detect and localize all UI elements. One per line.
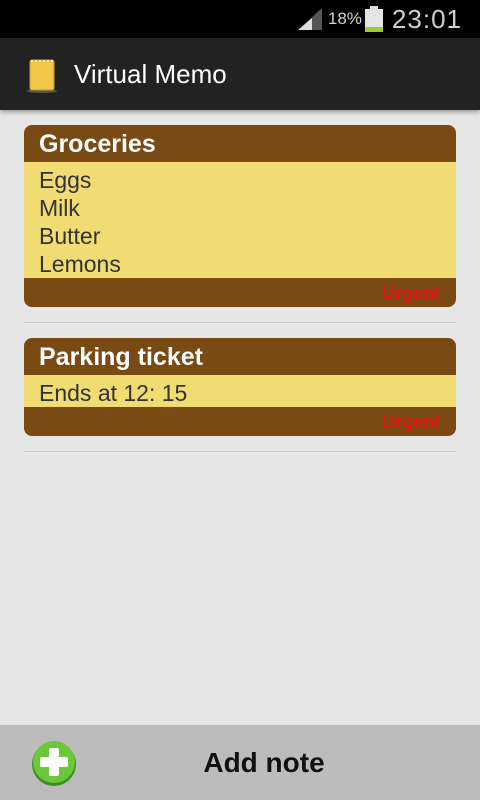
action-bar: Virtual Memo xyxy=(0,38,480,110)
app-title: Virtual Memo xyxy=(74,58,227,89)
status-bar: 18% 23:01 xyxy=(0,0,480,38)
battery-percent: 18% xyxy=(327,9,362,28)
note-line: Butter xyxy=(39,223,101,249)
priority-label: Urgent xyxy=(382,412,440,432)
note-card[interactable]: Parking ticket Ends at 12: 15 Urgent xyxy=(24,338,456,436)
note-line: Lemons xyxy=(39,251,121,277)
note-title: Parking ticket xyxy=(39,343,203,371)
note-line: Milk xyxy=(39,195,80,221)
note-line: Eggs xyxy=(39,167,92,193)
battery-icon xyxy=(364,6,383,32)
notepad-icon[interactable] xyxy=(22,54,62,94)
add-note-button[interactable]: Add note xyxy=(0,725,480,800)
notes-list: Groceries Eggs Milk Butter Lemons Urgent… xyxy=(24,125,456,452)
priority-label: Urgent xyxy=(382,283,440,303)
note-title: Groceries xyxy=(39,130,156,158)
note-body: Ends at 12: 15 xyxy=(24,375,456,407)
signal-icon xyxy=(297,8,322,30)
note-body: Eggs Milk Butter Lemons xyxy=(24,162,456,278)
note-card[interactable]: Groceries Eggs Milk Butter Lemons Urgent xyxy=(24,125,456,307)
list-divider xyxy=(24,451,456,452)
clock: 23:01 xyxy=(391,3,462,34)
add-note-label: Add note xyxy=(203,746,325,778)
note-line: Ends at 12: 15 xyxy=(39,380,188,406)
